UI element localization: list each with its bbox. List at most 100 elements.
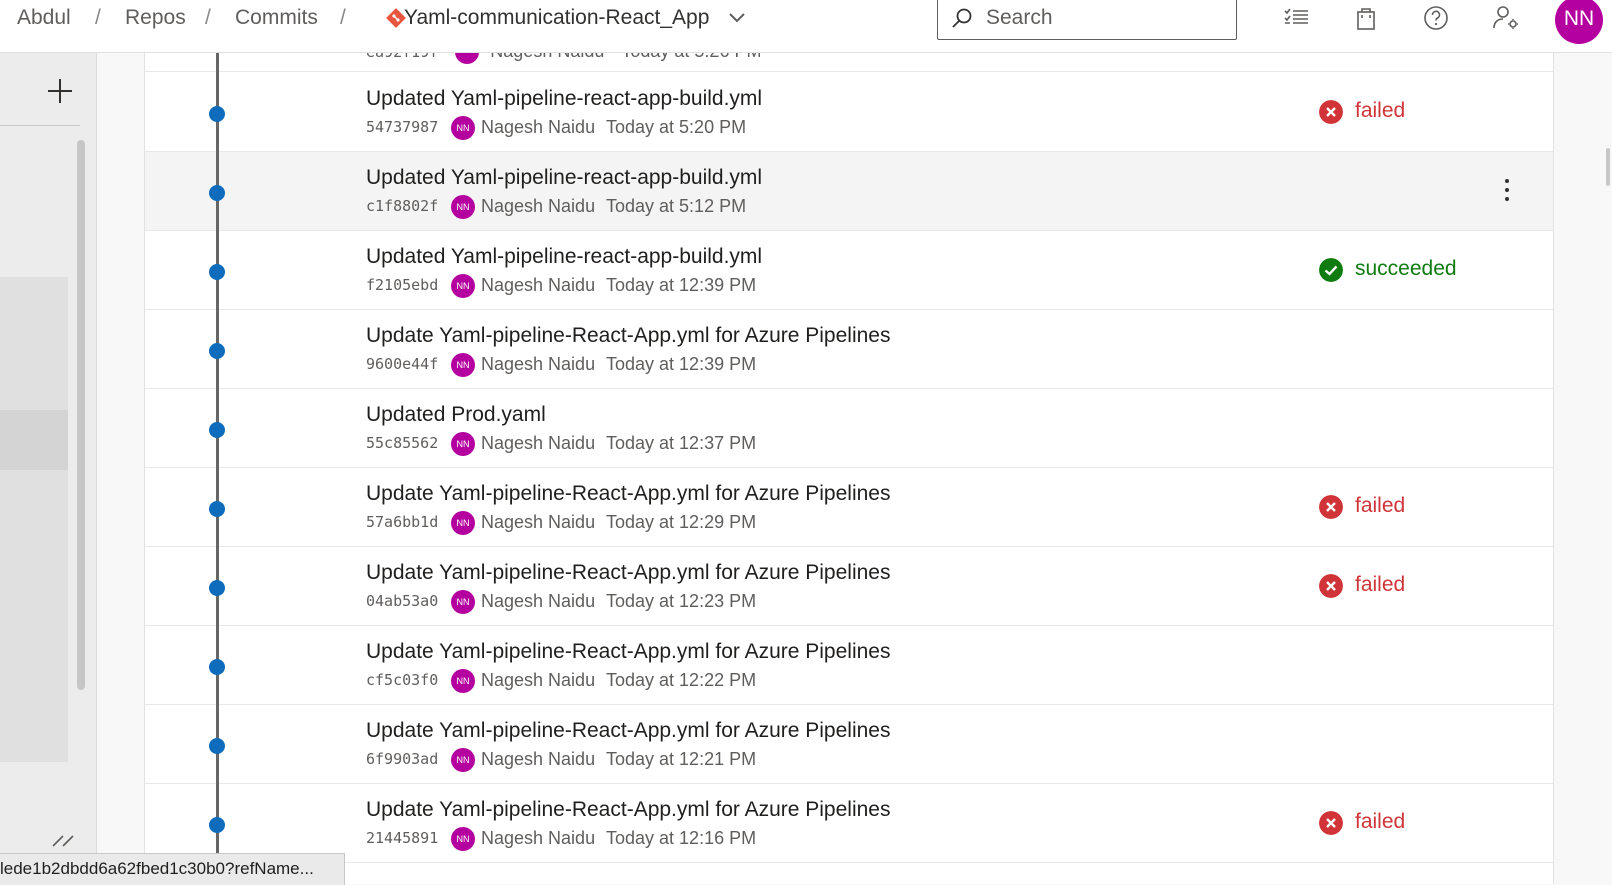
left-panel-scrollbar[interactable] (77, 140, 85, 690)
succeeded-icon (1319, 258, 1343, 282)
commit-hash[interactable]: cf5c03f0 (366, 671, 438, 689)
build-status-label: failed (1355, 810, 1406, 833)
build-status-label: failed (1355, 494, 1406, 517)
commit-graph-node (209, 580, 225, 596)
commit-hash[interactable]: 55c85562 (366, 434, 438, 452)
commit-row[interactable]: Update Yaml-pipeline-React-App.yml for A… (145, 547, 1553, 626)
commit-row[interactable]: Update Yaml-pipeline-React-App.yml for A… (145, 784, 1553, 863)
commit-graph-node (209, 738, 225, 754)
repo-icon (386, 8, 406, 28)
commit-author: Nagesh Naidu (481, 828, 596, 848)
breadcrumb-separator: / (205, 6, 211, 29)
commit-title[interactable]: Update Yaml-pipeline-React-App.yml for A… (366, 640, 890, 664)
search-input[interactable]: Search (986, 6, 1053, 30)
commit-time: Today at 12:39 PM (606, 275, 757, 295)
author-avatar: NN (451, 274, 475, 298)
commit-author: Nagesh Naidu (481, 354, 596, 374)
commit-row[interactable]: Updated Yaml-pipeline-react-app-build.ym… (145, 73, 1553, 152)
failed-icon (1319, 811, 1343, 835)
commit-hash[interactable]: 04ab53a0 (366, 592, 438, 610)
breadcrumb-separator: / (95, 6, 101, 29)
commit-author: Nagesh Naidu (481, 591, 596, 611)
build-status-label: failed (1355, 573, 1406, 596)
author-avatar: NN (451, 590, 475, 614)
commit-hash[interactable]: 21445891 (366, 829, 438, 847)
left-panel (0, 52, 97, 884)
commit-title[interactable]: Update Yaml-pipeline-React-App.yml for A… (366, 324, 890, 348)
breadcrumb-org[interactable]: Abdul (17, 6, 71, 30)
commit-hash[interactable]: c1f8802f (366, 197, 438, 215)
commit-graph-node (209, 817, 225, 833)
commit-author: Nagesh Naidu (481, 749, 596, 769)
commit-row[interactable]: Update Yaml-pipeline-React-App.yml for A… (145, 626, 1553, 705)
left-panel-selected-item[interactable] (0, 410, 68, 470)
commit-graph-node (209, 343, 225, 359)
commit-time: Today at 12:21 PM (606, 749, 757, 769)
commit-time: Today at 12:39 PM (606, 354, 757, 374)
commit-time: Today at 5:20 PM (606, 117, 747, 137)
commit-title[interactable]: Update Yaml-pipeline-React-App.yml for A… (366, 719, 890, 743)
plus-icon[interactable] (46, 77, 74, 105)
top-header: Abdul / Repos / Commits / Yaml-communica… (0, 0, 1612, 53)
commit-time: Today at 5:12 PM (606, 196, 747, 216)
failed-icon (1319, 100, 1343, 124)
page-scrollbar[interactable] (1606, 148, 1610, 186)
commit-row[interactable]: Updated Prod.yaml 55c85562 NN Nagesh Naidu T… (145, 389, 1553, 468)
failed-icon (1319, 574, 1343, 598)
commit-row[interactable]: Updated Yaml-pipeline-react-app-build.ym… (145, 152, 1553, 231)
commit-author: Nagesh Naidu (481, 670, 596, 690)
commit-row[interactable]: Update Yaml-pipeline-React-App.yml for A… (145, 310, 1553, 389)
help-icon[interactable] (1422, 4, 1450, 32)
commit-title[interactable]: Updated Yaml-pipeline-react-app-build.ym… (366, 87, 762, 111)
user-settings-icon[interactable] (1492, 4, 1520, 32)
search-box[interactable]: Search (937, 0, 1237, 40)
task-list-icon[interactable] (1282, 4, 1310, 32)
commit-time: Today at 12:16 PM (606, 828, 757, 848)
commit-time: Today at 12:29 PM (606, 512, 757, 532)
commit-title[interactable]: Update Yaml-pipeline-React-App.yml for A… (366, 798, 890, 822)
chevron-down-icon[interactable] (728, 12, 746, 24)
commit-title[interactable]: Updated Prod.yaml (366, 403, 546, 427)
search-icon (952, 8, 972, 28)
commit-author: Nagesh Naidu (481, 117, 596, 137)
commit-hash[interactable]: 54737987 (366, 118, 438, 136)
commit-time: Today at 12:23 PM (606, 591, 757, 611)
commit-hash[interactable]: 6f9903ad (366, 750, 438, 768)
commit-graph-line (216, 52, 219, 884)
commit-author: Nagesh Naidu (481, 196, 596, 216)
commit-graph-node (209, 422, 225, 438)
commit-time: Today at 12:37 PM (606, 433, 757, 453)
build-status-label: failed (1355, 99, 1406, 122)
breadcrumb-repos[interactable]: Repos (125, 6, 186, 30)
commit-graph-node (209, 264, 225, 280)
breadcrumb-commits[interactable]: Commits (235, 6, 318, 30)
breadcrumb-separator: / (340, 6, 346, 29)
commit-row[interactable]: Update Yaml-pipeline-React-App.yml for A… (145, 468, 1553, 547)
commit-row[interactable]: Update Yaml-pipeline-React-App.yml for A… (145, 705, 1553, 784)
repo-selector[interactable]: Yaml-communication-React_App (404, 6, 709, 30)
author-avatar: NN (451, 669, 475, 693)
divider (0, 125, 80, 126)
commit-hash[interactable]: 9600e44f (366, 355, 438, 373)
commit-graph-node (209, 501, 225, 517)
author-avatar: NN (451, 511, 475, 535)
author-avatar: NN (451, 116, 475, 140)
commit-title[interactable]: Updated Yaml-pipeline-react-app-build.ym… (366, 166, 762, 190)
collapse-icon[interactable] (51, 834, 75, 854)
failed-icon (1319, 495, 1343, 519)
commit-graph-node (209, 185, 225, 201)
commit-list: ea92f19f Nagesh Naidu Today at 5:26 PM U… (144, 40, 1554, 884)
user-avatar[interactable]: NN (1555, 0, 1603, 44)
commit-hash[interactable]: f2105ebd (366, 276, 438, 294)
commit-hash[interactable]: 57a6bb1d (366, 513, 438, 531)
commit-graph-node (209, 106, 225, 122)
author-avatar: NN (451, 195, 475, 219)
status-bar-url: lede1b2dbdd6a62fbed1c30b0?refName... (0, 853, 345, 885)
more-icon[interactable] (1503, 176, 1511, 204)
author-avatar: NN (451, 432, 475, 456)
commit-title[interactable]: Updated Yaml-pipeline-react-app-build.ym… (366, 245, 762, 269)
commit-row[interactable]: Updated Yaml-pipeline-react-app-build.ym… (145, 231, 1553, 310)
commit-title[interactable]: Update Yaml-pipeline-React-App.yml for A… (366, 482, 890, 506)
shopping-bag-icon[interactable] (1352, 4, 1380, 32)
commit-title[interactable]: Update Yaml-pipeline-React-App.yml for A… (366, 561, 890, 585)
